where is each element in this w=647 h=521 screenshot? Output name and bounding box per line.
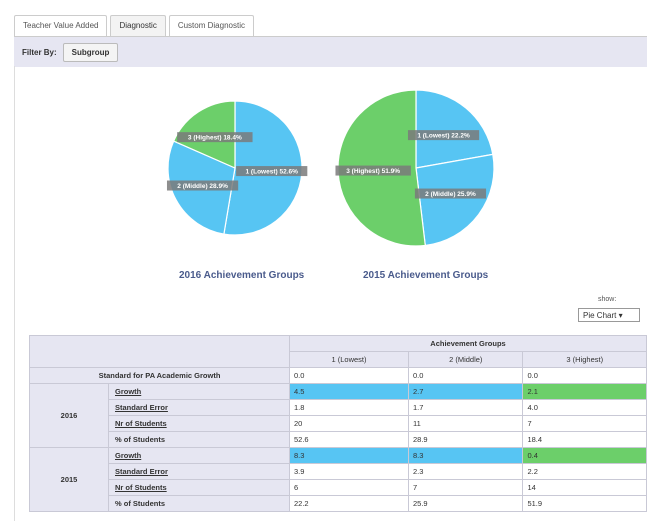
metric-pct-of-students: % of Students: [108, 495, 290, 512]
chart-title-2015: 2015 Achievement Groups: [363, 270, 489, 281]
pie-slice-label: 1 (Lowest) 22.2%: [417, 133, 470, 140]
table-cell: 1.8: [289, 399, 409, 416]
table-cell: 4.0: [522, 399, 647, 416]
achievement-groups-header: Achievement Groups: [289, 335, 647, 352]
table-cell: 22.2: [289, 495, 409, 512]
standard-value: 0.0: [407, 367, 524, 384]
table-cell: 7: [522, 415, 647, 432]
show-label: show:: [598, 296, 617, 303]
table-cell: 8.3: [289, 447, 409, 464]
table-cell: 18.4: [522, 431, 647, 448]
chart-type-select[interactable]: Pie Chart ▾: [578, 308, 640, 322]
metric-growth[interactable]: Growth: [108, 447, 290, 464]
col-middle: 2 (Middle): [407, 351, 524, 368]
table-cell: 4.5: [289, 383, 409, 400]
table-cell: 11: [407, 415, 524, 432]
table-corner: [29, 335, 290, 368]
metric-nr-of-students[interactable]: Nr of Students: [108, 415, 290, 432]
year-2016: 2016: [29, 383, 109, 448]
table-cell: 0.4: [522, 447, 647, 464]
table-cell: 25.9: [407, 495, 524, 512]
col-lowest: 1 (Lowest): [289, 351, 409, 368]
standard-label: Standard for PA Academic Growth: [29, 367, 290, 384]
col-highest: 3 (Highest): [522, 351, 647, 368]
metric-nr-of-students[interactable]: Nr of Students: [108, 479, 290, 496]
table-cell: 14: [522, 479, 647, 496]
table-cell: 1.7: [407, 399, 524, 416]
table-cell: 28.9: [407, 431, 524, 448]
standard-value: 0.0: [289, 367, 409, 384]
metric-standard-error[interactable]: Standard Error: [108, 399, 290, 416]
metric-growth[interactable]: Growth: [108, 383, 290, 400]
tab-custom-diagnostic[interactable]: Custom Diagnostic: [168, 15, 254, 36]
table-cell: 2.7: [407, 383, 524, 400]
metric-pct-of-students: % of Students: [108, 431, 290, 448]
table-cell: 52.6: [289, 431, 409, 448]
table-cell: 7: [407, 479, 524, 496]
pie-slice-label: 3 (Highest) 51.9%: [346, 168, 400, 175]
pie-charts: 1 (Lowest) 52.6% 2 (Middle) 28.9% 3 (Highe…: [166, 89, 495, 247]
pie-chart-2016: 1 (Lowest) 52.6% 2 (Middle) 28.9% 3 (Highe…: [166, 100, 308, 236]
filter-bar: Filter By: Subgroup: [14, 36, 647, 67]
tab-diagnostic[interactable]: Diagnostic: [110, 15, 166, 36]
tab-teacher-value-added[interactable]: Teacher Value Added: [14, 15, 108, 36]
pie-chart-2015: 1 (Lowest) 22.2% 2 (Middle) 25.9% 3 (Highe…: [335, 89, 495, 247]
table-cell: 2.3: [407, 463, 524, 480]
pie-slice-label: 3 (Highest) 18.4%: [188, 135, 242, 142]
year-2015: 2015: [29, 447, 109, 512]
filter-label: Filter By:: [22, 47, 57, 57]
table-cell: 2.1: [522, 383, 647, 400]
achievement-table: Achievement Groups 1 (Lowest) 2 (Middle)…: [29, 335, 647, 512]
table-cell: 2.2: [522, 463, 647, 480]
tab-bar: Teacher Value Added Diagnostic Custom Di…: [14, 14, 257, 36]
standard-value: 0.0: [522, 367, 647, 384]
pie-slice-label: 2 (Middle) 25.9%: [425, 191, 476, 198]
pie-slice-label: 2 (Middle) 28.9%: [177, 183, 228, 190]
table-cell: 51.9: [522, 495, 647, 512]
pie-slice-middle[interactable]: [415, 153, 495, 247]
pie-slice-label: 1 (Lowest) 52.6%: [246, 169, 299, 176]
table-cell: 20: [289, 415, 409, 432]
table-cell: 3.9: [289, 463, 409, 480]
subgroup-button[interactable]: Subgroup: [62, 42, 119, 62]
table-cell: 6: [289, 479, 409, 496]
metric-standard-error[interactable]: Standard Error: [108, 463, 290, 480]
chart-title-2016: 2016 Achievement Groups: [179, 270, 305, 281]
table-cell: 8.3: [407, 447, 524, 464]
